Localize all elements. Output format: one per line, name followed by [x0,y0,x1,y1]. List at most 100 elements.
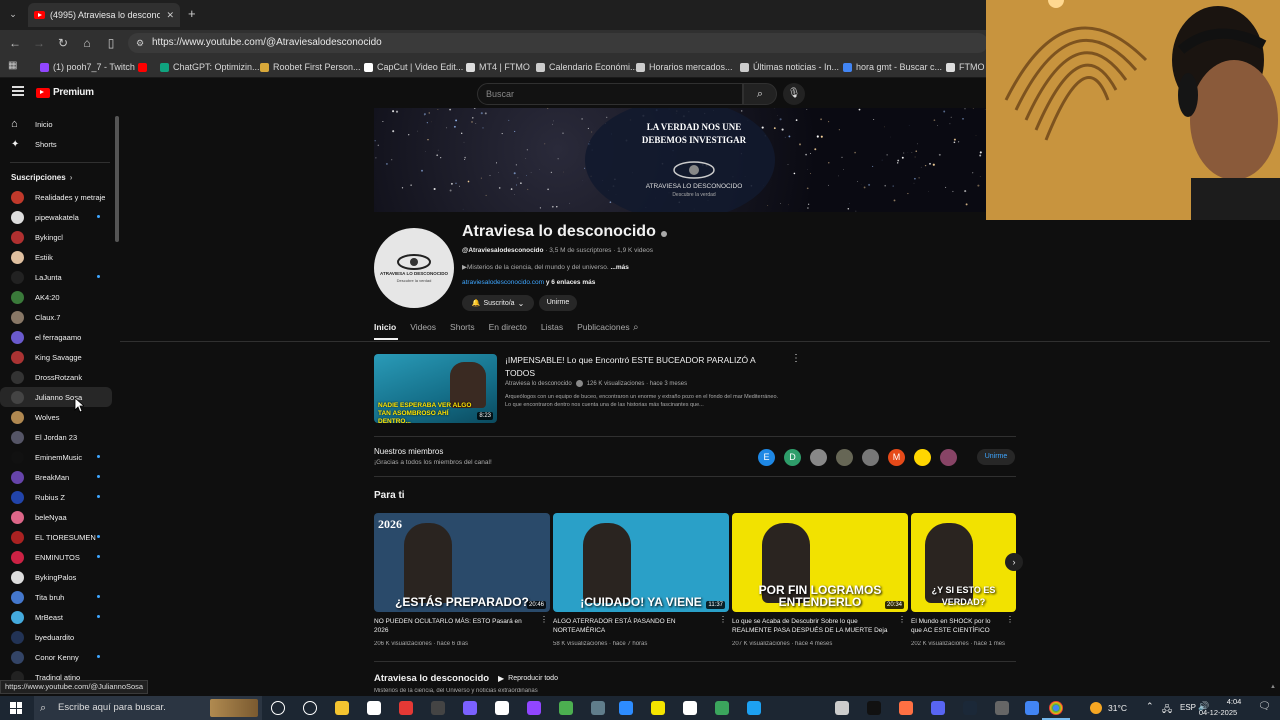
sidebar-subscription-item[interactable]: Rubius Z [0,487,112,507]
member-avatar[interactable] [810,449,827,466]
windows-start-icon[interactable] [10,702,22,714]
sidebar-subscription-item[interactable]: Realidades y metraje [0,187,112,207]
video-thumbnail[interactable]: ¿Y SI ESTO ES VERDAD? [911,513,1016,612]
member-avatar[interactable] [940,449,957,466]
steam-icon[interactable] [995,701,1009,715]
sidebar-item-shorts[interactable]: ✦ Shorts [0,134,112,154]
video-menu-icon[interactable]: ⋮ [719,615,727,624]
bookmark-item[interactable]: Horarios mercados... [636,60,733,74]
chrome-icon[interactable] [1025,701,1039,715]
forward-arrow-icon[interactable]: → [30,34,48,52]
tab-videos[interactable]: Videos [410,322,436,340]
members-join-button[interactable]: Unirme [977,449,1015,465]
video-menu-icon[interactable]: ⋮ [540,615,548,624]
document-icon[interactable] [495,701,509,715]
sidebar-subscription-item[interactable]: Julianno Sosa [0,387,112,407]
bookmark-item[interactable]: Calendario Económi... [536,60,638,74]
sidebar-subscription-item[interactable]: Tita bruh [0,587,112,607]
sidebar-subscription-item[interactable]: Estiik [0,247,112,267]
settings-icon[interactable] [835,701,849,715]
app-icon[interactable] [591,701,605,715]
tray-chevron-up-icon[interactable]: ⌃ [1146,701,1154,712]
chrome-active-icon[interactable] [1049,701,1063,715]
site-info-icon[interactable]: ⚙ [136,33,144,53]
app-icon[interactable] [431,701,445,715]
task-view-icon[interactable] [303,701,317,715]
taskbar-search-box[interactable]: ⌕ Escribe aquí para buscar. [34,696,262,720]
sidebar-subscription-item[interactable]: byeduardito [0,627,112,647]
apps-grid-icon[interactable]: ▦ [8,60,17,71]
sidebar-subscription-item[interactable]: BykingPalos [0,567,112,587]
sidebar-subscription-item[interactable]: Wolves [0,407,112,427]
youtube-logo[interactable]: Premium [36,87,94,98]
member-avatar[interactable]: D [784,449,801,466]
back-arrow-icon[interactable]: ← [6,34,24,52]
sidebar-subscription-item[interactable]: el ferragaamo [0,327,112,347]
bookmark-item[interactable]: Roobet First Person... [260,60,361,74]
opera-icon[interactable] [399,701,413,715]
sidebar-subscription-item[interactable]: MrBeast [0,607,112,627]
sidebar-subscription-item[interactable]: King Savagge [0,347,112,367]
tab-shorts[interactable]: Shorts [450,322,475,340]
member-avatar[interactable] [836,449,853,466]
bookmark-item[interactable]: MT4 | FTMO [466,60,530,74]
file-explorer-icon[interactable] [335,701,349,715]
cortana-icon[interactable] [271,701,285,715]
bookmark-item[interactable]: CapCut | Video Edit... [364,60,463,74]
tiktok-icon[interactable] [899,701,913,715]
play-all-button[interactable]: ▶ Reproducir todo [498,674,558,683]
sidebar-subscription-item[interactable]: AK4:20 [0,287,112,307]
section-title[interactable]: Atraviesa lo desconocido [374,673,489,684]
video-title[interactable]: Lo que se Acaba de Descubrir Sobre lo qu… [732,617,894,635]
carousel-next-icon[interactable]: › [1005,553,1023,571]
app-icon[interactable] [747,701,761,715]
close-tab-icon[interactable]: ✕ [166,10,174,21]
browser-tab-active[interactable]: (4995) Atraviesa lo desconocido ✕ [28,3,180,27]
member-avatar[interactable]: M [888,449,905,466]
channel-description-more[interactable]: ...más [610,264,628,271]
tab-publicaciones[interactable]: Publicaciones [577,322,629,340]
network-icon[interactable]: 🖧 [1162,702,1172,718]
clock-date[interactable]: 04-12-2025 [1198,708,1238,717]
video-thumbnail[interactable]: POR FIN LOGRAMOS ENTENDERLO 20:34 [732,513,908,612]
subscriptions-header[interactable]: Suscripciones › [0,167,112,187]
minecraft-icon[interactable] [715,701,729,715]
bookmark-item[interactable]: ChatGPT: Optimizin... [160,60,260,74]
page-scroll-up-icon[interactable]: ▲ [1270,684,1276,690]
sidebar-subscription-item[interactable]: DrossRotzank [0,367,112,387]
channel-description-row[interactable]: ▶Misterios de la ciencia, del mundo y de… [462,263,629,271]
url-bar[interactable]: ⚙ https://www.youtube.com/@Atraviesalode… [128,33,988,53]
language-indicator[interactable]: ESP [1180,703,1196,712]
clock-time[interactable]: 4:04 [1214,697,1254,706]
tab-list-chevron-icon[interactable]: ⌄ [6,7,20,21]
member-avatar[interactable] [914,449,931,466]
notifications-icon[interactable]: 🗨 [1258,701,1271,712]
sidebar-subscription-item[interactable]: Conor Kenny [0,647,112,667]
channel-link[interactable]: atraviesalodesconocido.com [462,279,544,286]
discord-icon[interactable] [963,701,977,715]
tab-listas[interactable]: Listas [541,322,563,340]
member-avatar[interactable] [862,449,879,466]
reload-icon[interactable]: ↻ [54,34,72,52]
sidebar-subscription-item[interactable]: LaJunta [0,267,112,287]
search-input[interactable]: Buscar [477,83,743,105]
video-title[interactable]: El Mundo en SHOCK por lo que AC ESTE CIE… [911,617,1002,635]
app-icon[interactable] [463,701,477,715]
featured-video-thumbnail[interactable]: NADIE ESPERABA VER ALGO TAN ASOMBROSO AH… [374,354,497,423]
app-icon[interactable] [867,701,881,715]
sidebar-subscription-item[interactable]: Claux.7 [0,307,112,327]
join-button[interactable]: Unirme [539,295,577,311]
sidebar-subscription-item[interactable]: beleNyaa [0,507,112,527]
featured-video-title[interactable]: ¡IMPENSABLE! Lo que Encontró ESTE BUCEAD… [505,354,775,380]
microphone-icon[interactable]: 🎙 [783,83,805,105]
sidebar-subscription-item[interactable]: Bykingcl [0,227,112,247]
weather-icon[interactable] [1090,702,1102,714]
bookmark-item[interactable]: FTMO - [946,60,990,74]
member-avatar[interactable]: E [758,449,775,466]
app-icon[interactable] [931,701,945,715]
bookmark-item[interactable]: (1) pooh7_7 - Twitch [40,60,135,74]
home-browser-icon[interactable]: ⌂ [78,34,96,52]
document-icon[interactable] [683,701,697,715]
search-button-icon[interactable]: ⌕ [743,83,777,105]
channel-search-icon[interactable]: ⌕ [633,322,639,333]
